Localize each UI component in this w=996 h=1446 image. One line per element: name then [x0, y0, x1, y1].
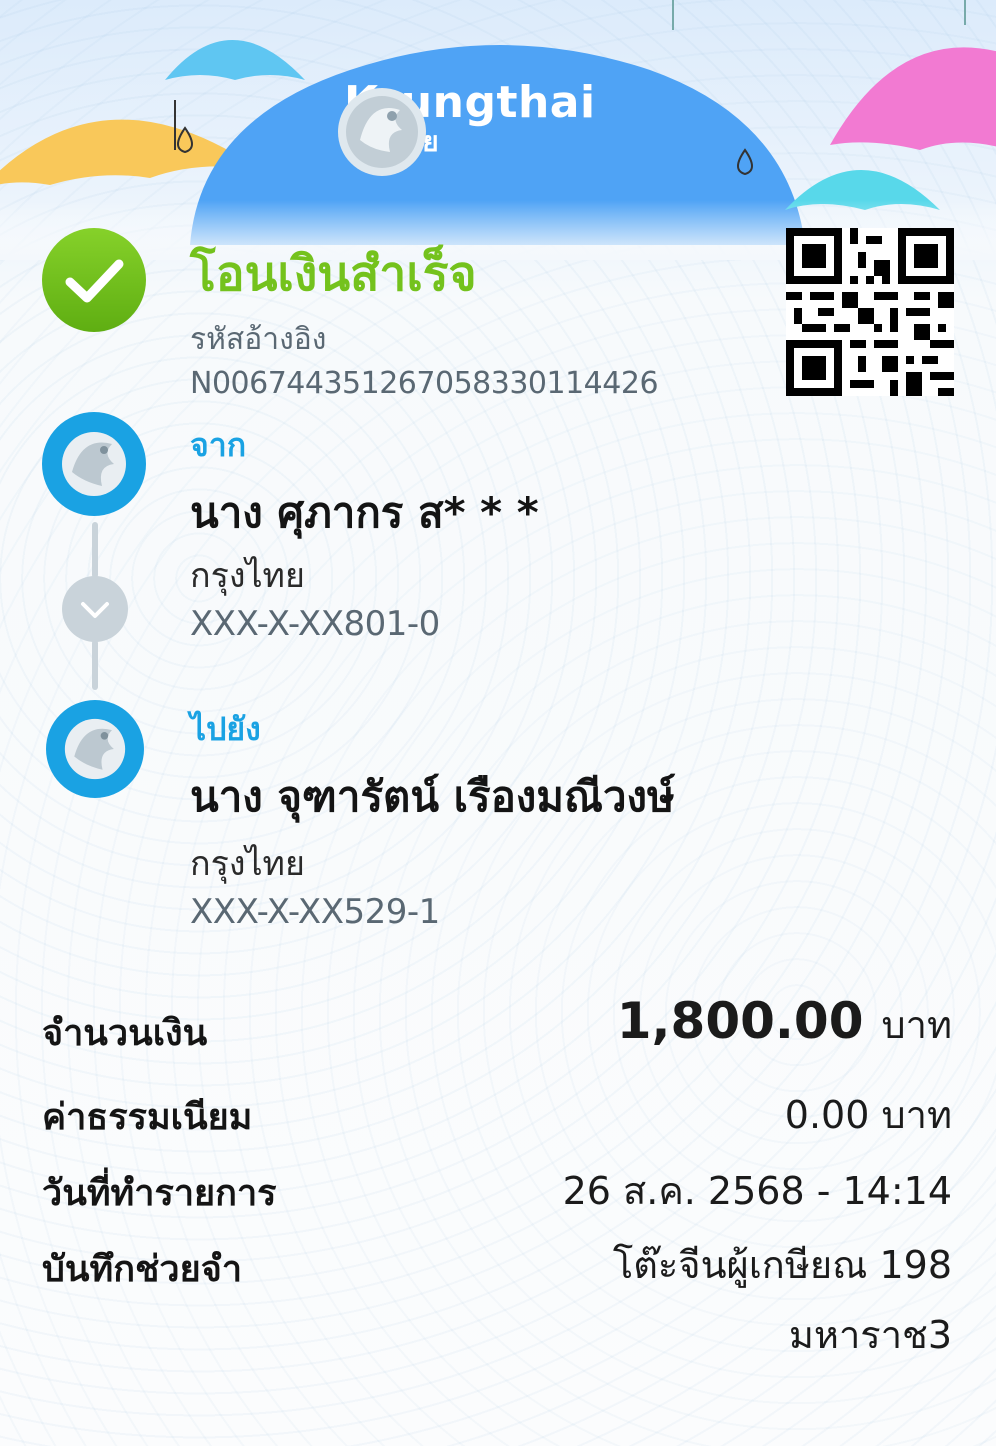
- transaction-datetime: 26 ส.ค. 2568 - 14:14: [562, 1169, 952, 1213]
- krungthai-logo-icon: [46, 700, 144, 798]
- qr-code-icon[interactable]: [786, 228, 954, 396]
- transfer-status-title: โอนเงินสำเร็จ: [190, 246, 477, 302]
- date-label: วันที่ทำรายการ: [42, 1173, 277, 1214]
- brand-lockup: Krungthai กรุงไทย: [330, 80, 596, 176]
- amount-value: 1,800.00 บาท: [617, 992, 952, 1055]
- memo-line-2: มหาราช3: [788, 1313, 952, 1357]
- recipient-name: นาง จุฑารัตน์ เรืองมณีวงษ์: [190, 772, 675, 821]
- to-label: ไปยัง: [190, 710, 261, 748]
- recipient-bank: กรุงไทย: [190, 844, 305, 884]
- sender-bank: กรุงไทย: [190, 556, 305, 596]
- sender-account: XXX-X-XX801-0: [190, 604, 440, 644]
- amount-label: จำนวนเงิน: [42, 1013, 208, 1054]
- amount-unit: บาท: [881, 1003, 952, 1047]
- timeline-connector: [92, 522, 98, 578]
- slip-header: Krungthai กรุงไทย: [0, 0, 996, 260]
- krungthai-logo-icon: [42, 412, 146, 516]
- memo-line-1: โต๊ะจีนผู้เกษียณ 198: [612, 1243, 952, 1287]
- chevron-down-icon: [62, 576, 128, 642]
- check-circle-icon: [42, 228, 146, 332]
- fee-value: 0.00 บาท: [784, 1093, 952, 1137]
- reference-number[interactable]: N006744351267058330114426: [190, 366, 659, 401]
- from-label: จาก: [190, 426, 247, 464]
- reference-label: รหัสอ้างอิง: [190, 322, 327, 357]
- memo-label: บันทึกช่วยจำ: [42, 1249, 243, 1290]
- sender-name: นาง ศุภากร ส* * *: [190, 488, 539, 537]
- timeline-connector: [92, 640, 98, 690]
- krungthai-logo-icon: [338, 88, 426, 176]
- fee-label: ค่าธรรมเนียม: [42, 1097, 253, 1138]
- recipient-account: XXX-X-XX529-1: [190, 892, 440, 932]
- amount-number: 1,800.00: [616, 992, 864, 1050]
